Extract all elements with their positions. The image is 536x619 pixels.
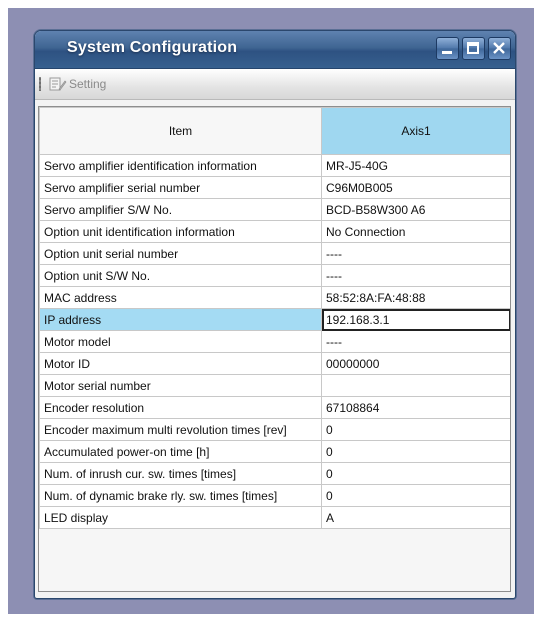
column-header-item[interactable]: Item [39, 107, 322, 155]
table-row[interactable]: Num. of inrush cur. sw. times [times] 0 [39, 462, 511, 485]
table-row[interactable]: Accumulated power-on time [h] 0 [39, 440, 511, 463]
row-label: Servo amplifier S/W No. [39, 198, 322, 221]
row-label: Option unit S/W No. [39, 264, 322, 287]
row-value-axis1[interactable]: 58:52:8A:FA:48:88 [321, 286, 511, 309]
row-value-axis1[interactable]: No Connection [321, 220, 511, 243]
row-value-axis1[interactable]: 0 [321, 462, 511, 485]
table-row[interactable]: Option unit identification information No… [39, 220, 511, 243]
row-label: Servo amplifier serial number [39, 176, 322, 199]
table-row[interactable]: Servo amplifier identification informati… [39, 154, 511, 177]
window-controls [436, 37, 511, 60]
close-button[interactable] [488, 37, 511, 60]
table-row[interactable]: MAC address 58:52:8A:FA:48:88 [39, 286, 511, 309]
row-label: LED display [39, 506, 322, 529]
column-header-axis1[interactable]: Axis1 [321, 107, 511, 155]
row-label: Option unit serial number [39, 242, 322, 265]
row-value-axis1[interactable]: ---- [321, 330, 511, 353]
table-row[interactable]: Servo amplifier S/W No. BCD-B58W300 A6 [39, 198, 511, 221]
row-value-axis1[interactable]: C96M0B005 [321, 176, 511, 199]
row-label: Num. of inrush cur. sw. times [times] [39, 462, 322, 485]
row-label: IP address [39, 308, 322, 331]
row-value-axis1[interactable]: 0 [321, 440, 511, 463]
row-label: Motor serial number [39, 374, 322, 397]
minimize-icon [442, 51, 452, 54]
row-label: Motor model [39, 330, 322, 353]
row-label: Option unit identification information [39, 220, 322, 243]
row-value-axis1[interactable]: 192.168.3.1 [321, 308, 511, 331]
window-title: System Configuration [67, 39, 238, 56]
setting-label: Setting [69, 77, 107, 91]
row-value-axis1[interactable]: A [321, 506, 511, 529]
maximize-button[interactable] [462, 37, 485, 60]
row-value-axis1[interactable] [321, 374, 511, 397]
system-configuration-window: System Configuration Setting Item Axis1 … [34, 30, 516, 599]
setting-icon [49, 77, 67, 91]
table-row[interactable]: Motor ID 00000000 [39, 352, 511, 375]
table-row[interactable]: IP address 192.168.3.1 [39, 308, 511, 331]
row-label: Encoder maximum multi revolution times [… [39, 418, 322, 441]
row-label: Encoder resolution [39, 396, 322, 419]
table-row[interactable]: Encoder maximum multi revolution times [… [39, 418, 511, 441]
row-label: Accumulated power-on time [h] [39, 440, 322, 463]
table-row[interactable]: LED display A [39, 506, 511, 529]
row-value-axis1[interactable]: ---- [321, 242, 511, 265]
row-value-axis1[interactable]: 67108864 [321, 396, 511, 419]
row-value-axis1[interactable]: 00000000 [321, 352, 511, 375]
row-value-axis1[interactable]: 0 [321, 418, 511, 441]
minimize-button[interactable] [436, 37, 459, 60]
title-bar[interactable]: System Configuration [35, 31, 515, 69]
table-row[interactable]: Option unit S/W No. ---- [39, 264, 511, 287]
row-label: MAC address [39, 286, 322, 309]
table-row[interactable]: Servo amplifier serial number C96M0B005 [39, 176, 511, 199]
table-row[interactable]: Motor serial number [39, 374, 511, 397]
row-label: Num. of dynamic brake rly. sw. times [ti… [39, 484, 322, 507]
configuration-grid: Item Axis1 Servo amplifier identificatio… [39, 107, 511, 591]
table-row[interactable]: Num. of dynamic brake rly. sw. times [ti… [39, 484, 511, 507]
table-row[interactable]: Motor model ---- [39, 330, 511, 353]
row-value-axis1[interactable]: BCD-B58W300 A6 [321, 198, 511, 221]
maximize-icon [467, 42, 479, 54]
setting-button[interactable]: Setting [49, 74, 106, 94]
row-value-axis1[interactable]: MR-J5-40G [321, 154, 511, 177]
row-label: Servo amplifier identification informati… [39, 154, 322, 177]
toolbar-grip[interactable] [39, 77, 41, 91]
toolbar: Setting [35, 69, 515, 100]
table-row[interactable]: Encoder resolution 67108864 [39, 396, 511, 419]
table-header-row: Item Axis1 [39, 107, 511, 155]
row-value-axis1[interactable]: ---- [321, 264, 511, 287]
table-row[interactable]: Option unit serial number ---- [39, 242, 511, 265]
row-label: Motor ID [39, 352, 322, 375]
close-icon [493, 42, 505, 54]
row-value-axis1[interactable]: 0 [321, 484, 511, 507]
